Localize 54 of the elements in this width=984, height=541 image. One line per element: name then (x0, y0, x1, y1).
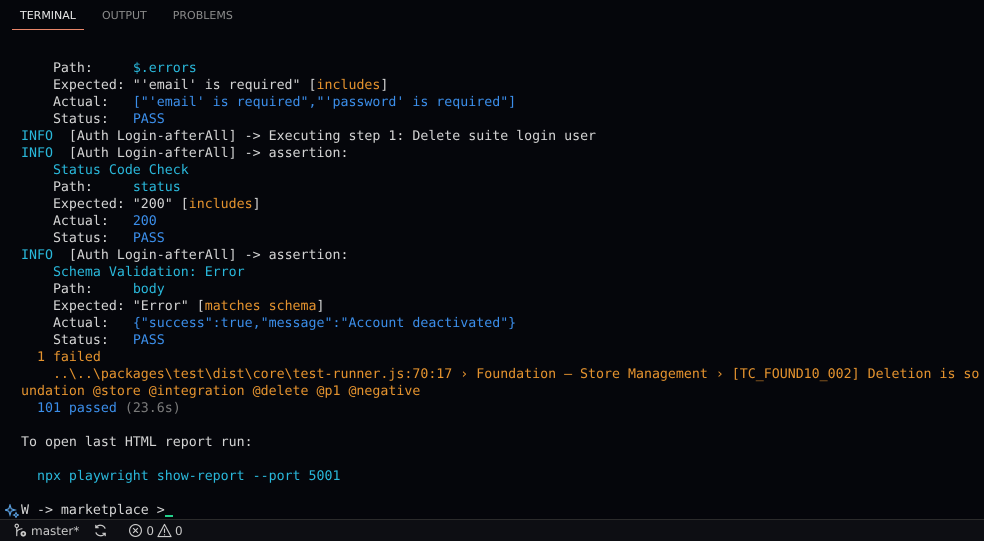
terminal-text: Status: (52, 230, 110, 247)
error-icon (128, 523, 144, 538)
terminal-text: Schema Validation: Error (52, 264, 245, 281)
terminal-text: [Auth Login-afterAll] -> Executing step 1: Delete suite login user (68, 128, 596, 145)
terminal-text: PASS (132, 111, 165, 128)
terminal-text: PASS (132, 230, 165, 247)
terminal-text: Expected: "200" [ (52, 196, 189, 213)
terminal-text: ..\..\packages\test\dist\core\test-runner.js:70:17 › Foundation – Store Management › [TC_FOUND10_002] Deletion is so (52, 366, 980, 383)
terminal-text: Path: (52, 281, 94, 298)
terminal-text: Path: (52, 60, 94, 77)
terminal-text: Expected: "'email' is required" [ (52, 77, 317, 94)
sync-icon (93, 523, 108, 538)
branch-button[interactable]: master* (8, 520, 84, 540)
terminal-text: Status Code Check (52, 162, 189, 179)
panel-tab[interactable]: PROBLEMS (164, 2, 241, 30)
terminal-text: Status: (52, 332, 110, 349)
terminal-text: matches schema (204, 298, 317, 315)
panel-tab[interactable]: OUTPUT (94, 2, 155, 30)
terminal-text: ] (252, 196, 261, 213)
terminal-text: includes (188, 196, 253, 213)
prompt-text: W -> marketplace > (21, 502, 165, 519)
terminal-text: npx playwright show-report --port 5001 (36, 468, 340, 485)
terminal-text: INFO (21, 128, 53, 145)
terminal-text: Actual: (52, 213, 110, 230)
terminal-text: undation @store @integration @delete @p1 @negative (21, 383, 420, 400)
terminal-text: Actual: (52, 315, 110, 332)
terminal-text: body (132, 281, 165, 298)
terminal-text: INFO (21, 247, 53, 264)
branch-icon (13, 523, 28, 538)
terminal-text: $.errors (132, 60, 197, 77)
terminal-text: status (132, 179, 181, 196)
terminal-text: [Auth Login-afterAll] -> assertion: (68, 145, 348, 162)
terminal-text: 200 (132, 213, 157, 230)
terminal-text: includes (316, 77, 380, 94)
terminal-text: [Auth Login-afterAll] -> assertion: (68, 247, 348, 264)
terminal-text: INFO (21, 145, 53, 162)
terminal-text: Actual: (52, 94, 110, 111)
terminal-text: (23.6s) (124, 400, 181, 417)
terminal-text: Expected: "Error" [ (52, 298, 205, 315)
terminal-text: ["'email' is required","'password' is required"] (132, 94, 516, 111)
terminal-text: ] (316, 298, 325, 315)
terminal-text: ] (380, 77, 388, 94)
terminal-text: Status: (52, 111, 110, 128)
panel-tab[interactable]: TERMINAL (12, 2, 84, 30)
sparkle-icon (5, 504, 19, 518)
text-cursor (164, 515, 173, 517)
terminal-text: Path: (52, 179, 94, 196)
problems-button[interactable]: 0 0 (123, 520, 188, 540)
terminal-text: PASS (132, 332, 165, 349)
warning-icon (156, 523, 172, 538)
terminal-text: {"success":true,"message":"Account deactivated"} (132, 315, 516, 332)
terminal-text: To open last HTML report run: (21, 434, 253, 451)
terminal-text: 1 failed (36, 349, 101, 366)
terminal-text: 101 passed (36, 400, 117, 417)
